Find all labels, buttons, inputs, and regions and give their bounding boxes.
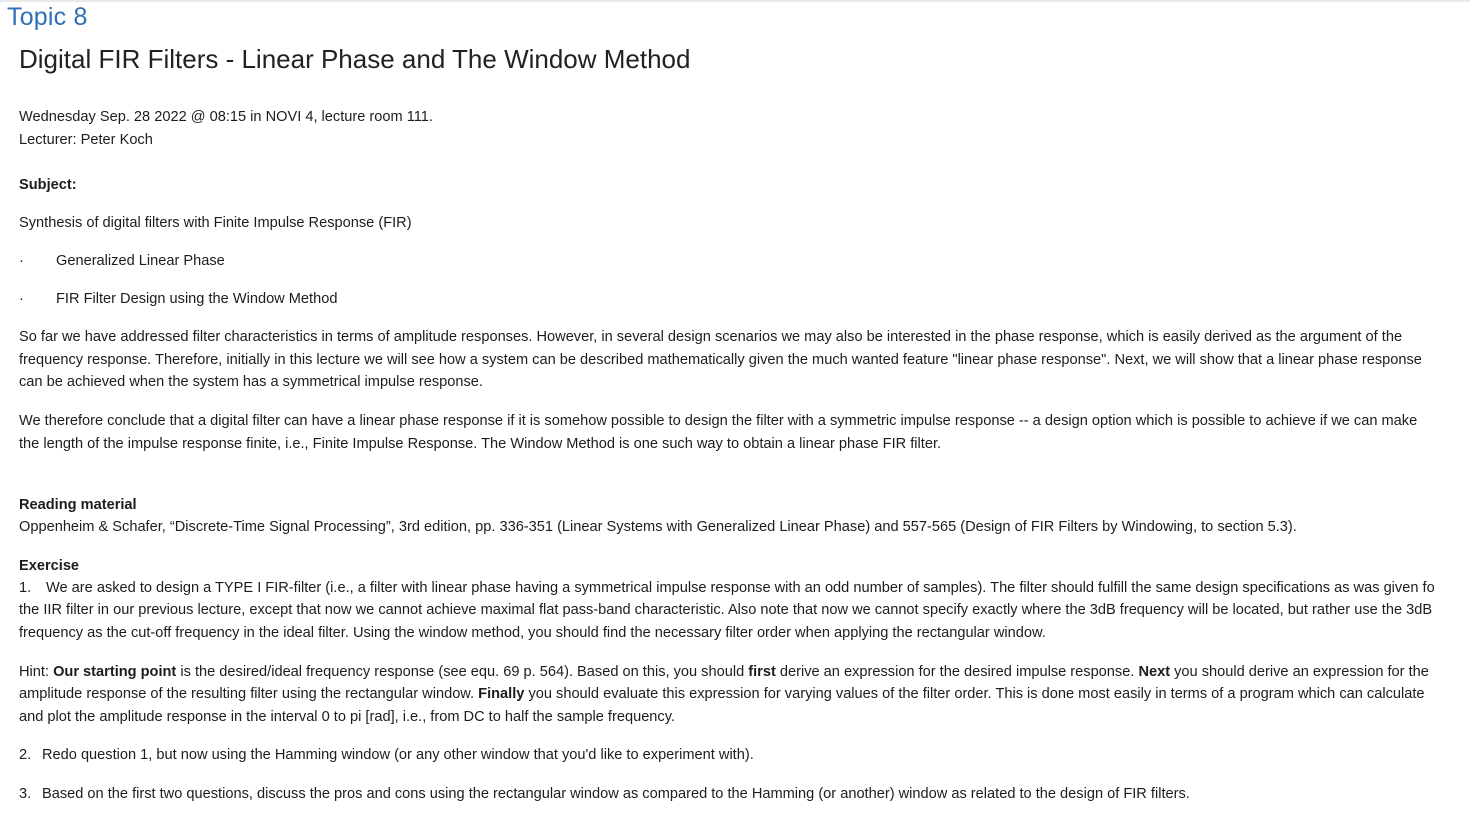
paragraph-line: frequency response. Therefore, initially… [19,351,1422,368]
hint-text: you should evaluate this expression for … [524,686,1425,703]
paragraph-line: We therefore conclude that a digital fil… [19,412,1418,429]
bullet-text: FIR Filter Design using the Window Metho… [56,291,338,308]
hint-prefix: Hint: [19,663,54,680]
lecture-datetime: Wednesday Sep. 28 2022 @ 08:15 in NOVI 4… [19,109,433,125]
lecture-content: Digital FIR Filters - Linear Phase and T… [19,40,1470,806]
hint-bold: Finally [478,686,525,703]
conclusion-paragraph: We therefore conclude that a digital fil… [19,410,1470,455]
paragraph-line: So far we have addressed filter characte… [19,329,1403,346]
question-text: Redo question 1, but now using the Hammi… [42,747,754,764]
subject-text: Synthesis of digital filters with Finite… [19,214,412,231]
hint-line: and plot the amplitude response in the i… [19,708,675,725]
lecturer: Lecturer: Peter Koch [19,132,153,148]
hint-paragraph: Hint: Our starting point is the desired/… [19,661,1470,729]
hint-text: you should derive an expression for the [1170,663,1429,680]
hint-text: is the desired/ideal frequency response … [176,663,749,680]
hint-bold: first [748,663,776,680]
question-line: frequency as the cut-off frequency in th… [19,624,1046,641]
hint-text: derive an expression for the desired imp… [775,663,1139,680]
question-number: 2. [19,747,32,764]
question-line: 1. We are asked to design a TYPE I FIR-fi… [19,577,1470,600]
question-text: Based on the first two questions, discus… [42,785,1190,802]
exercise-question-1: 1. We are asked to design a TYPE I FIR-fi… [19,577,1470,645]
topic-heading: Topic 8 [7,3,88,31]
subject-label: Subject: [19,177,77,193]
reading-material-text: Oppenheim & Schafer, “Discrete-Time Sign… [19,519,1297,536]
intro-paragraph: So far we have addressed filter characte… [19,326,1470,394]
bullet-dot: · [19,291,24,308]
bullet-text: Generalized Linear Phase [56,253,225,270]
hint-line: amplitude response of the resulting filt… [19,683,1470,706]
hint-line: Hint: Our starting point is the desired/… [19,661,1470,684]
bullet-item: · Generalized Linear Phase [19,250,1470,272]
bullet-item: · FIR Filter Design using the Window Met… [19,288,1470,310]
hint-bold: Our starting point [53,663,177,680]
paragraph-line: the length of the impulse response finit… [19,435,942,452]
bullet-dot: · [19,253,24,270]
hint-text: amplitude response of the resulting filt… [19,686,479,703]
top-divider [0,0,1470,2]
exercise-label: Exercise [19,557,80,574]
exercise-question-2: 2. Redo question 1, but now using the Ham… [19,744,1470,767]
question-number: 3. [19,785,32,802]
reading-material-label: Reading material [19,497,137,514]
paragraph-line: can be achieved when the system has a sy… [19,374,483,391]
question-number: 1. [19,579,32,596]
exercise-question-3: 3. Based on the first two questions, disc… [19,783,1470,806]
lecture-meta: Wednesday Sep. 28 2022 @ 08:15 in NOVI 4… [19,106,1470,152]
question-line: the IIR filter in our previous lecture, … [19,602,1433,619]
question-text: We are asked to design a TYPE I FIR-filt… [46,579,1435,596]
hint-bold: Next [1138,663,1171,680]
page-title: Digital FIR Filters - Linear Phase and T… [19,44,691,74]
